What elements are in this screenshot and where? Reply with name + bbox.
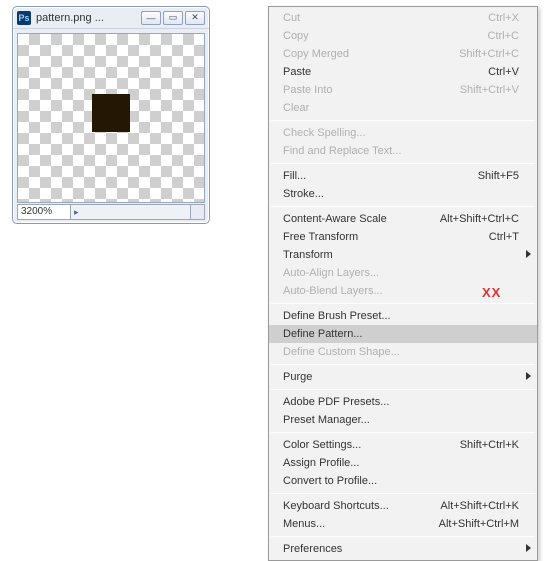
menu-item-find-and-replace-text: Find and Replace Text... bbox=[269, 142, 537, 160]
menu-item-shortcut: Shift+Ctrl+C bbox=[459, 48, 519, 60]
chevron-right-icon: ▸ bbox=[74, 207, 79, 218]
menu-item-label: Preset Manager... bbox=[283, 414, 519, 426]
minimize-button[interactable]: — bbox=[141, 11, 161, 25]
menu-item-label: Color Settings... bbox=[283, 439, 460, 451]
menu-item-label: Copy Merged bbox=[283, 48, 459, 60]
menu-item-label: Check Spelling... bbox=[283, 127, 519, 139]
canvas[interactable] bbox=[17, 33, 205, 203]
menu-item-paste-into: Paste IntoShift+Ctrl+V bbox=[269, 81, 537, 99]
pattern-pixel bbox=[92, 94, 130, 132]
menu-item-label: Paste Into bbox=[283, 84, 460, 96]
menu-item-label: Define Brush Preset... bbox=[283, 310, 519, 322]
menu-item-label: Clear bbox=[283, 102, 519, 114]
edit-menu[interactable]: CutCtrl+XCopyCtrl+CCopy MergedShift+Ctrl… bbox=[268, 6, 538, 561]
menu-item-label: Free Transform bbox=[283, 231, 489, 243]
menu-item-shortcut: Alt+Shift+Ctrl+C bbox=[440, 213, 519, 225]
menu-item-label: Convert to Profile... bbox=[283, 475, 519, 487]
menu-item-content-aware-scale[interactable]: Content-Aware ScaleAlt+Shift+Ctrl+C bbox=[269, 210, 537, 228]
annotation-xx: XX bbox=[482, 285, 501, 300]
menu-separator bbox=[271, 206, 535, 207]
menu-item-label: Fill... bbox=[283, 170, 478, 182]
menu-item-label: Paste bbox=[283, 66, 488, 78]
menu-item-label: Copy bbox=[283, 30, 488, 42]
menu-separator bbox=[271, 536, 535, 537]
menu-item-check-spelling: Check Spelling... bbox=[269, 124, 537, 142]
menu-item-preferences[interactable]: Preferences bbox=[269, 540, 537, 558]
menu-separator bbox=[271, 389, 535, 390]
menu-item-color-settings[interactable]: Color Settings...Shift+Ctrl+K bbox=[269, 436, 537, 454]
menu-item-label: Find and Replace Text... bbox=[283, 145, 519, 157]
menu-item-define-custom-shape: Define Custom Shape... bbox=[269, 343, 537, 361]
menu-item-keyboard-shortcuts[interactable]: Keyboard Shortcuts...Alt+Shift+Ctrl+K bbox=[269, 497, 537, 515]
submenu-arrow-icon bbox=[526, 250, 531, 258]
submenu-arrow-icon bbox=[526, 544, 531, 552]
menu-item-copy-merged: Copy MergedShift+Ctrl+C bbox=[269, 45, 537, 63]
menu-separator bbox=[271, 364, 535, 365]
menu-item-menus[interactable]: Menus...Alt+Shift+Ctrl+M bbox=[269, 515, 537, 533]
menu-item-preset-manager[interactable]: Preset Manager... bbox=[269, 411, 537, 429]
menu-item-assign-profile[interactable]: Assign Profile... bbox=[269, 454, 537, 472]
maximize-button[interactable]: ▭ bbox=[163, 11, 183, 25]
menu-item-label: Assign Profile... bbox=[283, 457, 519, 469]
scrollbar-stub bbox=[191, 204, 205, 220]
menu-item-label: Preferences bbox=[283, 543, 519, 555]
menu-item-label: Adobe PDF Presets... bbox=[283, 396, 519, 408]
menu-separator bbox=[271, 120, 535, 121]
menu-item-shortcut: Alt+Shift+Ctrl+K bbox=[440, 500, 519, 512]
menu-item-stroke[interactable]: Stroke... bbox=[269, 185, 537, 203]
submenu-arrow-icon bbox=[526, 372, 531, 380]
zoom-field[interactable]: 3200% bbox=[17, 204, 71, 220]
close-button[interactable]: ✕ bbox=[185, 11, 205, 25]
menu-item-cut: CutCtrl+X bbox=[269, 9, 537, 27]
menu-item-purge[interactable]: Purge bbox=[269, 368, 537, 386]
menu-item-label: Transform bbox=[283, 249, 519, 261]
menu-item-shortcut: Shift+Ctrl+K bbox=[460, 439, 519, 451]
menu-item-label: Menus... bbox=[283, 518, 439, 530]
menu-item-shortcut: Alt+Shift+Ctrl+M bbox=[439, 518, 519, 530]
menu-item-label: Auto-Align Layers... bbox=[283, 267, 519, 279]
menu-item-label: Define Custom Shape... bbox=[283, 346, 519, 358]
menu-item-define-pattern[interactable]: Define Pattern... bbox=[269, 325, 537, 343]
menu-item-fill[interactable]: Fill...Shift+F5 bbox=[269, 167, 537, 185]
menu-separator bbox=[271, 163, 535, 164]
menu-separator bbox=[271, 303, 535, 304]
status-info[interactable]: ▸ bbox=[71, 204, 191, 220]
menu-separator bbox=[271, 432, 535, 433]
menu-item-convert-to-profile[interactable]: Convert to Profile... bbox=[269, 472, 537, 490]
window-title: pattern.png ... bbox=[36, 12, 139, 24]
menu-item-shortcut: Ctrl+C bbox=[488, 30, 519, 42]
menu-item-shortcut: Ctrl+T bbox=[489, 231, 519, 243]
menu-separator bbox=[271, 493, 535, 494]
photoshop-icon: Ps bbox=[17, 11, 31, 25]
menu-item-shortcut: Ctrl+V bbox=[488, 66, 519, 78]
menu-item-clear: Clear bbox=[269, 99, 537, 117]
menu-item-shortcut: Shift+Ctrl+V bbox=[460, 84, 519, 96]
menu-item-label: Purge bbox=[283, 371, 519, 383]
menu-item-adobe-pdf-presets[interactable]: Adobe PDF Presets... bbox=[269, 393, 537, 411]
status-bar: 3200% ▸ bbox=[17, 204, 205, 220]
menu-item-label: Stroke... bbox=[283, 188, 519, 200]
menu-item-label: Content-Aware Scale bbox=[283, 213, 440, 225]
titlebar[interactable]: Ps pattern.png ... — ▭ ✕ bbox=[13, 7, 209, 29]
menu-item-free-transform[interactable]: Free TransformCtrl+T bbox=[269, 228, 537, 246]
menu-item-define-brush-preset[interactable]: Define Brush Preset... bbox=[269, 307, 537, 325]
menu-item-paste[interactable]: PasteCtrl+V bbox=[269, 63, 537, 81]
document-window[interactable]: Ps pattern.png ... — ▭ ✕ 3200% ▸ bbox=[12, 6, 210, 224]
menu-item-copy: CopyCtrl+C bbox=[269, 27, 537, 45]
menu-item-shortcut: Shift+F5 bbox=[478, 170, 519, 182]
menu-item-label: Keyboard Shortcuts... bbox=[283, 500, 440, 512]
menu-item-transform[interactable]: Transform bbox=[269, 246, 537, 264]
menu-item-shortcut: Ctrl+X bbox=[488, 12, 519, 24]
menu-item-label: Cut bbox=[283, 12, 488, 24]
menu-item-auto-align-layers: Auto-Align Layers... bbox=[269, 264, 537, 282]
menu-item-label: Define Pattern... bbox=[283, 328, 519, 340]
